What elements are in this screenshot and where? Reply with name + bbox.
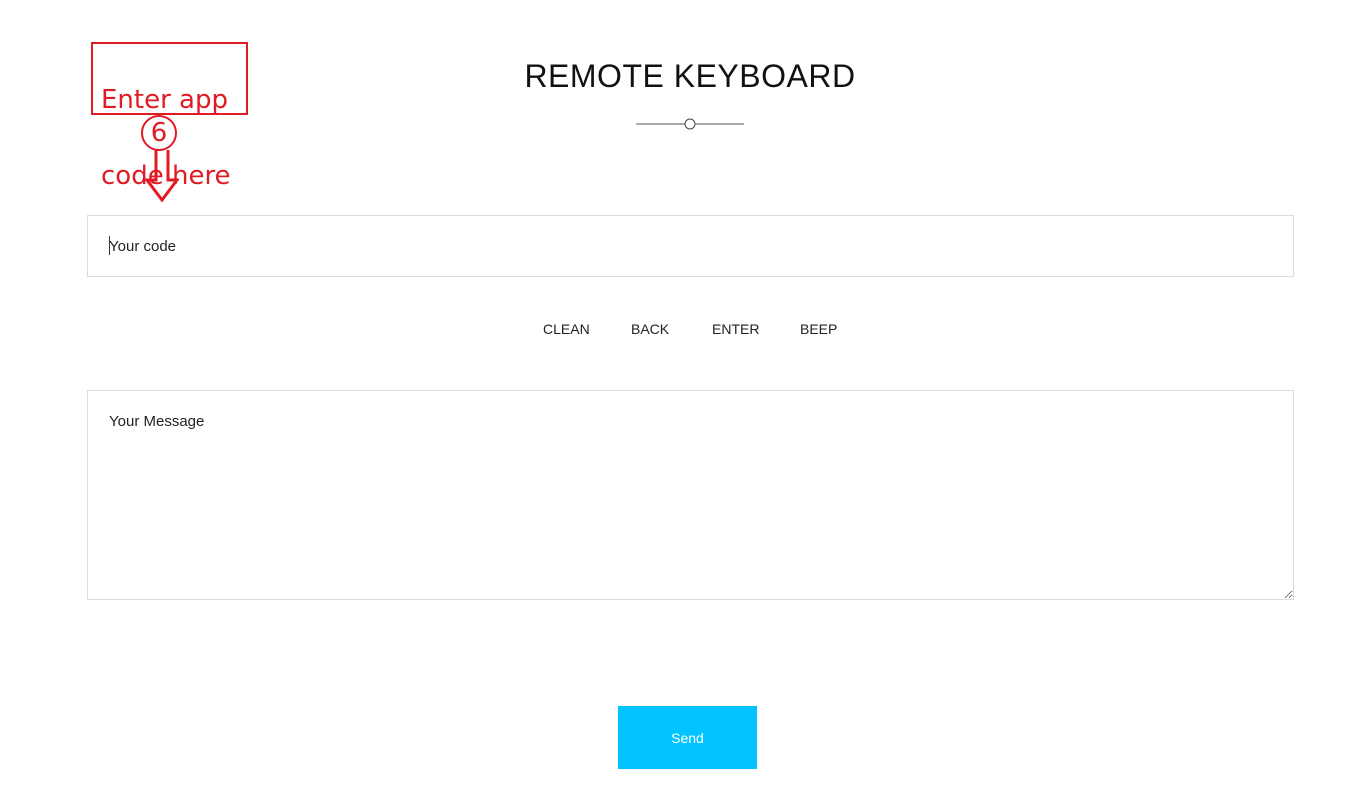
beep-button[interactable]: BEEP (800, 321, 837, 337)
step-number-badge: 6 (141, 115, 177, 151)
send-button[interactable]: Send (618, 706, 757, 769)
text-cursor (109, 236, 110, 255)
clean-button[interactable]: CLEAN (543, 321, 590, 337)
message-textarea[interactable] (87, 390, 1294, 600)
down-arrow-icon (145, 150, 179, 202)
enter-button[interactable]: ENTER (712, 321, 759, 337)
code-input[interactable] (87, 215, 1294, 277)
title-divider (636, 118, 744, 130)
page-title: REMOTE KEYBOARD (524, 58, 856, 94)
back-button[interactable]: BACK (631, 321, 669, 337)
